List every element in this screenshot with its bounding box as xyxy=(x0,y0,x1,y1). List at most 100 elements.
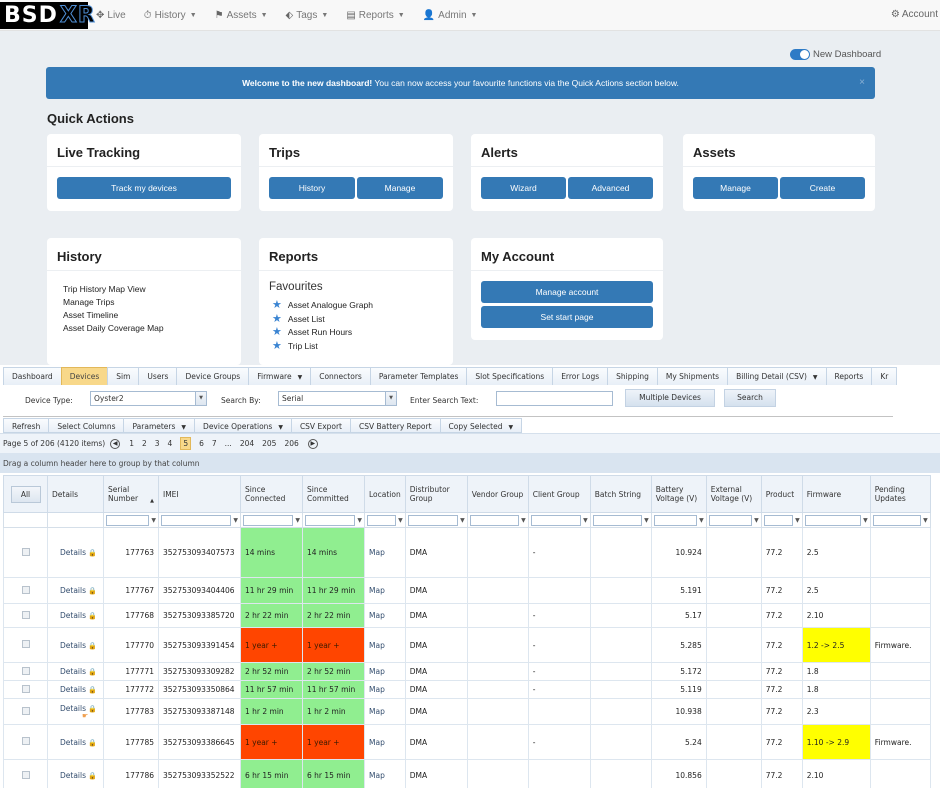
tab-my-shipments[interactable]: My Shipments xyxy=(656,367,729,385)
filter-icon[interactable]: ▼ xyxy=(521,517,526,524)
column-header-battery-voltage-v[interactable]: Battery Voltage (V) xyxy=(650,475,707,513)
tab-devices[interactable]: Devices xyxy=(60,367,109,385)
next-page-icon[interactable]: ▶ xyxy=(307,438,318,449)
prev-page-icon[interactable]: ◀ xyxy=(110,438,121,449)
tab-error-logs[interactable]: Error Logs xyxy=(552,367,609,385)
filter-firmware[interactable]: ▼ xyxy=(804,514,868,526)
map-link[interactable]: Map xyxy=(369,685,385,694)
filter-input[interactable] xyxy=(804,514,862,526)
filter-client-group[interactable]: ▼ xyxy=(530,514,588,526)
filter-input[interactable] xyxy=(530,514,582,526)
filter-input[interactable] xyxy=(653,514,698,526)
alerts-advanced-button[interactable]: Advanced xyxy=(568,177,653,199)
filter-icon[interactable]: ▼ xyxy=(398,517,403,524)
bsd-xr-logo[interactable]: BSDXR xyxy=(0,2,95,29)
map-link[interactable]: Map xyxy=(369,548,385,557)
row-checkbox[interactable] xyxy=(21,684,30,693)
row-checkbox[interactable] xyxy=(21,770,30,779)
favourite-asset-analogue-graph[interactable]: ★ Asset Analogue Graph xyxy=(272,299,453,313)
map-link[interactable]: Map xyxy=(369,667,385,676)
search-button[interactable]: Search xyxy=(724,389,776,407)
column-header-client-group[interactable]: Client Group xyxy=(527,475,591,513)
filter-batch-string[interactable]: ▼ xyxy=(592,514,649,526)
dropdown-arrow-icon[interactable]: ▼ xyxy=(195,392,206,405)
parameters-button[interactable]: Parameters ▼ xyxy=(123,418,196,433)
column-header-external-voltage-v[interactable]: External Voltage (V) xyxy=(705,475,762,513)
nav-reports[interactable]: ▤ Reports ▼ xyxy=(346,10,404,21)
table-row[interactable]: Details 🔒 177763 352753093407573 14 mins 14 m… xyxy=(3,527,931,578)
page-6[interactable]: 6 xyxy=(199,439,204,448)
column-header-since-connected[interactable]: Since Connected xyxy=(240,475,303,513)
details-link[interactable]: Details xyxy=(60,586,86,595)
map-link[interactable]: Map xyxy=(369,771,385,780)
favourite-trip-list[interactable]: ★ Trip List xyxy=(272,340,453,354)
page-2[interactable]: 2 xyxy=(142,439,147,448)
row-checkbox[interactable] xyxy=(21,666,30,675)
device-type-select[interactable]: Oyster2 ▼ xyxy=(90,391,207,406)
filter-input[interactable] xyxy=(872,514,922,526)
page-204[interactable]: 204 xyxy=(240,439,254,448)
csv-export-button[interactable]: CSV Export xyxy=(290,418,352,433)
dropdown-arrow-icon[interactable]: ▼ xyxy=(385,392,396,405)
details-link[interactable]: Details xyxy=(60,641,86,650)
column-header-location[interactable]: Location xyxy=(364,475,406,513)
tab-connectors[interactable]: Connectors xyxy=(310,367,371,385)
filter-icon[interactable]: ▼ xyxy=(233,517,238,524)
search-by-select[interactable]: Serial ▼ xyxy=(278,391,397,406)
filter-icon[interactable]: ▼ xyxy=(795,517,800,524)
tab-sim[interactable]: Sim xyxy=(107,367,140,385)
filter-vendor-group[interactable]: ▼ xyxy=(469,514,526,526)
manage-account-button[interactable]: Manage account xyxy=(481,281,653,303)
column-header-pending-updates[interactable]: Pending Updates xyxy=(869,475,931,513)
alerts-wizard-button[interactable]: Wizard xyxy=(481,177,566,199)
page-1[interactable]: 1 xyxy=(129,439,134,448)
table-row[interactable]: Details 🔒 177770 352753093391454 1 year +1 y… xyxy=(3,627,931,663)
tab-firmware[interactable]: Firmware ▼ xyxy=(248,367,312,385)
details-link[interactable]: Details xyxy=(60,771,86,780)
favourite-asset-list[interactable]: ★ Asset List xyxy=(272,313,453,327)
page-7[interactable]: 7 xyxy=(212,439,217,448)
filter-input[interactable] xyxy=(106,514,150,526)
page-5[interactable]: 5 xyxy=(180,437,192,450)
nav-live[interactable]: ✥ Live xyxy=(96,10,126,21)
favourite-asset-run-hours[interactable]: ★ Asset Run Hours xyxy=(272,326,453,340)
page-206[interactable]: 206 xyxy=(284,439,298,448)
assets-manage-button[interactable]: Manage xyxy=(693,177,778,199)
filter-input[interactable] xyxy=(367,514,397,526)
details-link[interactable]: Details xyxy=(60,685,86,694)
details-link[interactable]: Details xyxy=(60,611,86,620)
device-operations-button[interactable]: Device Operations ▼ xyxy=(194,418,292,433)
filter-icon[interactable]: ▼ xyxy=(583,517,588,524)
search-text-input[interactable] xyxy=(496,391,613,406)
tab-parameter-templates[interactable]: Parameter Templates xyxy=(369,367,468,385)
table-row[interactable]: Details 🔒 177768 352753093385720 2 hr 22 min… xyxy=(3,603,931,628)
page-4[interactable]: 4 xyxy=(168,439,173,448)
column-header-vendor-group[interactable]: Vendor Group xyxy=(466,475,529,513)
csv-battery-report-button[interactable]: CSV Battery Report xyxy=(350,418,441,433)
filter-icon[interactable]: ▼ xyxy=(644,517,649,524)
filter-icon[interactable]: ▼ xyxy=(357,517,362,524)
close-icon[interactable]: × xyxy=(859,77,865,88)
filter-serial-number[interactable]: ▼ xyxy=(106,514,156,526)
row-checkbox[interactable] xyxy=(21,547,30,556)
table-row[interactable]: Details 🔒 177786 352753093352522 6 hr 15 min… xyxy=(3,759,931,788)
table-row[interactable]: Details 🔒 177767 352753093404406 11 hr 29 mi… xyxy=(3,577,931,604)
trips-manage-button[interactable]: Manage xyxy=(357,177,443,199)
history-link-asset-daily-coverage-map[interactable]: Asset Daily Coverage Map xyxy=(63,322,241,335)
filter-icon[interactable]: ▼ xyxy=(863,517,868,524)
filter-since-connected[interactable]: ▼ xyxy=(243,514,300,526)
filter-icon[interactable]: ▼ xyxy=(923,517,928,524)
tab-shipping[interactable]: Shipping xyxy=(607,367,658,385)
map-link[interactable]: Map xyxy=(369,707,385,716)
history-link-asset-timeline[interactable]: Asset Timeline xyxy=(63,309,241,322)
filter-location[interactable]: ▼ xyxy=(367,514,403,526)
select-columns-button[interactable]: Select Columns xyxy=(48,418,125,433)
filter-since-committed[interactable]: ▼ xyxy=(305,514,362,526)
row-checkbox[interactable] xyxy=(21,640,30,648)
page-205[interactable]: 205 xyxy=(262,439,276,448)
tab-slot-specifications[interactable]: Slot Specifications xyxy=(466,367,554,385)
set-start-page-button[interactable]: Set start page xyxy=(481,306,653,328)
column-header-all[interactable]: All xyxy=(3,475,48,513)
filter-distributor-group[interactable]: ▼ xyxy=(407,514,465,526)
filter-input[interactable] xyxy=(407,514,459,526)
